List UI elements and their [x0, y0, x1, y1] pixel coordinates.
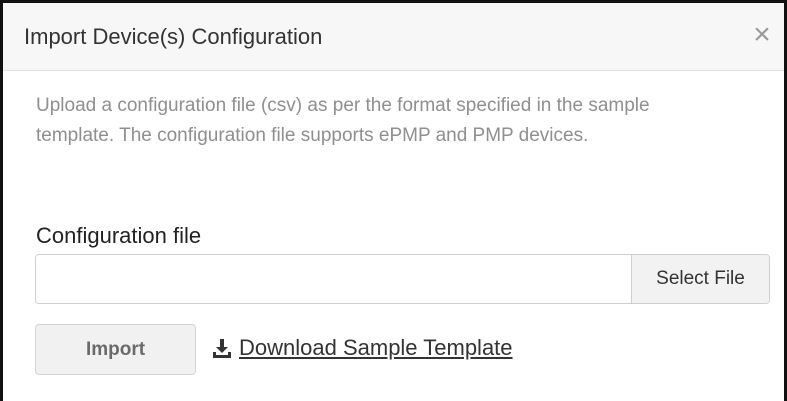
- configuration-file-group: Select File: [35, 254, 770, 304]
- configuration-file-input[interactable]: [36, 255, 631, 303]
- dialog-description: Upload a configuration file (csv) as per…: [36, 95, 650, 146]
- download-sample-template-label: Download Sample Template: [239, 335, 513, 360]
- import-button[interactable]: Import: [35, 324, 196, 375]
- dialog-title: Import Device(s) Configuration: [24, 24, 323, 49]
- import-configuration-dialog: Import Device(s) Configuration × Upload …: [0, 0, 787, 401]
- select-file-button[interactable]: Select File: [631, 255, 769, 303]
- close-button[interactable]: ×: [748, 19, 776, 51]
- download-sample-template-link[interactable]: Download Sample Template: [211, 333, 513, 363]
- download-icon: [213, 339, 231, 358]
- configuration-file-label: Configuration file: [36, 223, 202, 248]
- dialog-header: Import Device(s) Configuration ×: [3, 3, 784, 71]
